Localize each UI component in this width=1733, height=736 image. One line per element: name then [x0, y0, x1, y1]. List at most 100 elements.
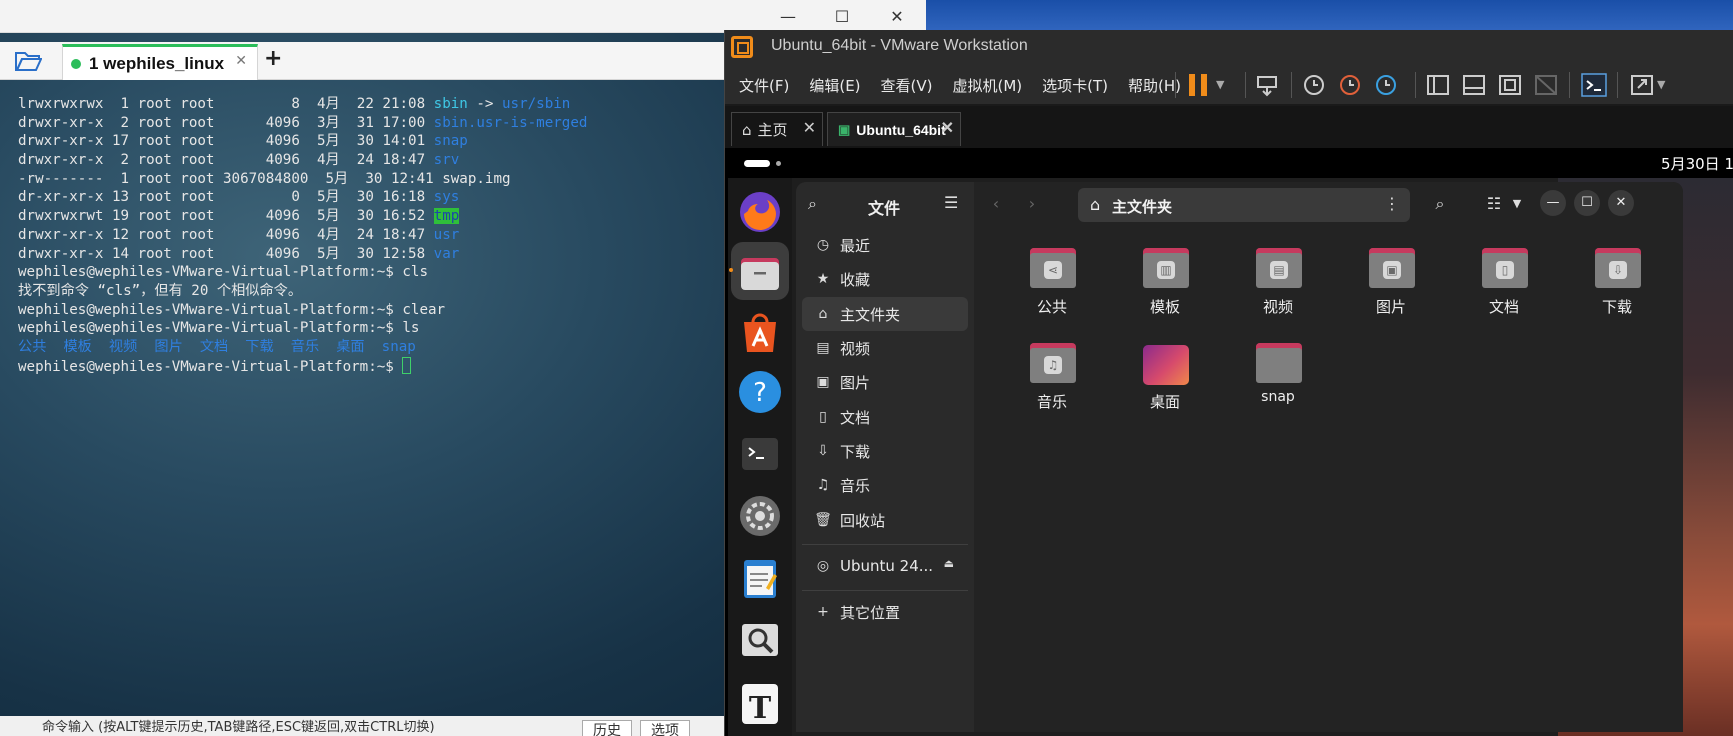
terminal-tab[interactable]: 1 wephiles_linux ✕ [62, 44, 258, 80]
toolbar-separator [1415, 72, 1416, 98]
thumbnail-view-icon[interactable] [1461, 73, 1487, 97]
sidebar-item-other-locations[interactable]: + 其它位置 [802, 595, 968, 629]
menu-view[interactable]: 查看(V) [881, 75, 933, 96]
open-folder-icon[interactable] [14, 49, 42, 73]
folder-templates[interactable]: ▥ 模板 [1120, 248, 1210, 328]
close-icon[interactable]: ✕ [941, 118, 954, 138]
sidebar-item-home[interactable]: ⌂ 主文件夹 [802, 297, 968, 331]
folder-documents[interactable]: ▯ 文档 [1459, 248, 1549, 328]
back-button[interactable]: ‹ [988, 190, 1004, 218]
revert-snapshot-icon[interactable] [1337, 73, 1363, 97]
document-icon: ▯ [1482, 248, 1528, 288]
download-icon: ⇩ [1595, 248, 1641, 288]
options-button[interactable]: 选项 [640, 720, 690, 736]
sidebar-item-videos[interactable]: ▤ 视频 [802, 331, 968, 365]
search-icon[interactable]: ⌕ [808, 194, 817, 214]
folder-pictures[interactable]: ▣ 图片 [1346, 248, 1436, 328]
unity-mode-icon[interactable] [1533, 73, 1559, 97]
close-button[interactable]: ✕ [875, 4, 919, 30]
close-icon[interactable]: ✕ [803, 118, 816, 137]
more-options-icon[interactable]: ⋮ [1384, 194, 1400, 213]
ubuntu-top-bar: 5月30日 1 [728, 148, 1733, 178]
pause-icon[interactable] [1189, 74, 1207, 96]
permissions: drwxr-xr-x [18, 114, 104, 131]
sidebar-item-label: 收藏 [840, 270, 871, 289]
terminal-app-icon[interactable] [736, 430, 784, 478]
cursor [402, 356, 412, 374]
forward-button[interactable]: › [1024, 190, 1040, 218]
folder-label: 视频 [1262, 298, 1293, 316]
clock[interactable]: 5月30日 1 [1661, 153, 1733, 174]
snapshot-manager-icon[interactable] [1373, 73, 1399, 97]
folder-desktop[interactable]: 桌面 [1120, 343, 1210, 423]
maximize-button[interactable]: ☐ [1574, 190, 1600, 216]
minimize-button[interactable]: — [1540, 190, 1566, 216]
search-files-icon[interactable]: ⌕ [1428, 190, 1452, 218]
console-view-icon[interactable] [1581, 73, 1607, 97]
library-view-icon[interactable] [1425, 73, 1451, 97]
home-icon: ⌂ [1090, 195, 1101, 214]
list-view-icon[interactable]: ☷ [1482, 190, 1506, 218]
menu-tabs[interactable]: 选项卡(T) [1042, 75, 1108, 96]
sidebar-item-pictures[interactable]: ▣ 图片 [802, 365, 968, 399]
workspace-dot[interactable] [776, 161, 781, 166]
sidebar-item-recent[interactable]: ◷ 最近 [802, 228, 968, 262]
firefox-icon[interactable] [736, 188, 784, 236]
vmware-menu: 文件(F) 编辑(E) 查看(V) 虚拟机(M) 选项卡(T) 帮助(H) [739, 64, 1201, 106]
sidebar-item-starred[interactable]: ★ 收藏 [802, 262, 968, 296]
music-icon: ♫ [816, 477, 830, 493]
workspace-indicator[interactable] [744, 160, 770, 167]
send-ctrl-alt-del-icon[interactable] [1255, 73, 1281, 97]
folder-downloads[interactable]: ⇩ 下载 [1572, 248, 1662, 328]
toolbar-separator [1617, 72, 1618, 98]
folder-music[interactable]: ♫ 音乐 [1007, 343, 1097, 423]
menu-vm[interactable]: 虚拟机(M) [953, 75, 1023, 96]
sidebar-item-music[interactable]: ♫ 音乐 [802, 468, 968, 502]
terminal-line: -rw------- 1 root root 3067084800 5月 30 … [18, 170, 718, 189]
folder-label: 下载 [1601, 298, 1632, 316]
sidebar-item-drive[interactable]: ◎ Ubuntu 24... ⏏ [802, 549, 968, 583]
folder-public[interactable]: ⋖ 公共 [1007, 248, 1097, 328]
stretch-guest-icon[interactable] [1629, 73, 1655, 97]
vmware-titlebar: Ubuntu_64bit - VMware Workstation [725, 30, 1733, 64]
full-screen-icon[interactable] [1497, 73, 1523, 97]
command-input-bar[interactable]: 命令输入 (按ALT键提示历史,TAB键路径,ESC键返回,双击CTRL切换) … [0, 716, 726, 736]
maximize-button[interactable]: ☐ [820, 4, 864, 30]
settings-icon[interactable] [736, 492, 784, 540]
files-icon[interactable] [736, 248, 784, 296]
snapshot-icon[interactable] [1301, 73, 1327, 97]
sidebar-item-label: 音乐 [840, 476, 871, 495]
help-icon[interactable]: ? [736, 368, 784, 416]
image-viewer-icon[interactable] [736, 616, 784, 664]
text-editor-icon[interactable] [736, 554, 784, 602]
minimize-button[interactable]: — [766, 4, 810, 30]
history-button[interactable]: 历史 [582, 720, 632, 736]
terminal-output[interactable]: lrwxrwxrwx 1 root root 8 4月 22 21:08 sbi… [18, 95, 718, 375]
app-center-icon[interactable] [736, 308, 784, 356]
path-bar[interactable]: ⌂ 主文件夹 ⋮ [1078, 188, 1410, 222]
menu-edit[interactable]: 编辑(E) [809, 75, 860, 96]
menu-file[interactable]: 文件(F) [739, 75, 789, 96]
menu-help[interactable]: 帮助(H) [1128, 75, 1181, 96]
chevron-down-icon[interactable]: ▼ [1657, 73, 1683, 97]
toolbar-separator [1291, 72, 1292, 98]
font-viewer-icon[interactable]: T [736, 678, 784, 726]
eject-icon[interactable]: ⏏ [944, 557, 954, 570]
close-icon[interactable]: ✕ [235, 53, 247, 69]
menu-icon[interactable]: ☰ [944, 193, 958, 212]
folder-snap[interactable]: snap [1233, 343, 1323, 423]
sidebar-item-documents[interactable]: ▯ 文档 [802, 400, 968, 434]
guest-screen[interactable]: 5月30日 1 ? T ⌕ 文件 ☰ ◷ 最近 ★ 收藏 ⌂ 主文件夹 ▤ 视频… [728, 148, 1733, 736]
tab-ubuntu[interactable]: ▣ Ubuntu_64bit ✕ [827, 112, 961, 146]
folder-videos[interactable]: ▤ 视频 [1233, 248, 1323, 328]
chevron-down-icon[interactable]: ▼ [1216, 73, 1242, 97]
add-tab-button[interactable]: + [264, 46, 282, 71]
chevron-down-icon[interactable]: ▼ [1508, 190, 1526, 218]
sidebar-item-label: Ubuntu 24... [840, 557, 934, 575]
close-button[interactable]: ✕ [1608, 190, 1634, 216]
file-meta: 1 root root 8 4月 22 21:08 [103, 96, 434, 112]
file-name: usr [433, 226, 460, 243]
sidebar-item-trash[interactable]: 🗑 回收站 [802, 503, 968, 537]
tab-home[interactable]: ⌂ 主页 ✕ [731, 112, 823, 146]
sidebar-item-downloads[interactable]: ⇩ 下载 [802, 434, 968, 468]
